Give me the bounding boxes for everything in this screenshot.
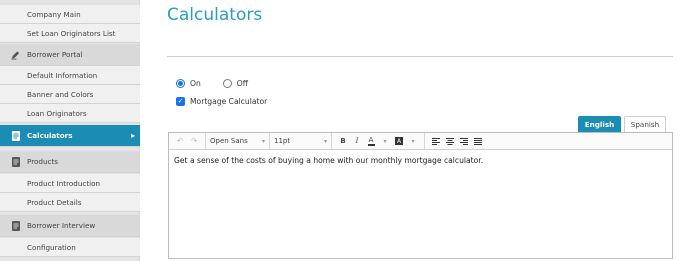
chevron-right-icon: ▸ bbox=[130, 131, 135, 140]
text-color-icon[interactable]: A bbox=[366, 135, 377, 148]
calculator-toggle: On Off bbox=[176, 79, 270, 88]
sidebar-item-product-details[interactable]: Product Details bbox=[0, 193, 140, 212]
sidebar-item-label: Set Loan Originators List bbox=[27, 28, 116, 38]
rich-text-editor: ↶ ↷ Open Sans ▾ 11pt ▾ B I A ▾ A ▾ Get a… bbox=[168, 132, 673, 259]
redo-icon[interactable]: ↷ bbox=[189, 135, 200, 148]
mortgage-calculator-option: ✓ Mortgage Calculator bbox=[176, 97, 267, 106]
sidebar-item-company-main[interactable]: Company Main bbox=[0, 5, 140, 24]
sidebar-item-label: Company Main bbox=[27, 9, 81, 19]
sidebar-item-set-loan-originators-list[interactable]: Set Loan Originators List bbox=[0, 24, 140, 43]
document-icon bbox=[11, 156, 20, 167]
align-justify-icon[interactable] bbox=[473, 135, 484, 148]
chevron-down-icon[interactable]: ▾ bbox=[408, 135, 419, 148]
tab-english[interactable]: English bbox=[578, 116, 621, 132]
sidebar-item-label: Default Information bbox=[27, 70, 98, 80]
chevron-down-icon: ▾ bbox=[261, 137, 265, 145]
sidebar-section-label: Products bbox=[27, 157, 59, 166]
radio-off[interactable] bbox=[222, 79, 232, 88]
editor-content[interactable]: Get a sense of the costs of buying a hom… bbox=[169, 150, 672, 171]
font-size-select[interactable]: 11pt ▾ bbox=[270, 132, 332, 150]
radio-off-label: Off bbox=[236, 79, 249, 88]
chevron-down-icon: ▾ bbox=[323, 137, 327, 145]
sidebar-item-label: Product Details bbox=[27, 197, 82, 207]
font-size-value: 11pt bbox=[274, 137, 291, 145]
sidebar-item-label: Banner and Colors bbox=[27, 89, 94, 99]
sidebar-section-label: Borrower Portal bbox=[27, 50, 83, 59]
highlight-color-icon[interactable]: A bbox=[394, 135, 405, 148]
radio-on-label: On bbox=[190, 79, 201, 88]
mortgage-calculator-checkbox[interactable]: ✓ bbox=[176, 97, 185, 106]
editor-toolbar: ↶ ↷ Open Sans ▾ 11pt ▾ B I A ▾ A ▾ bbox=[169, 132, 672, 150]
sidebar-section-label: Borrower Interview bbox=[27, 221, 96, 230]
sidebar-item-product-introduction[interactable]: Product Introduction bbox=[0, 174, 140, 193]
divider bbox=[167, 56, 673, 57]
document-icon bbox=[11, 220, 20, 231]
undo-icon[interactable]: ↶ bbox=[175, 135, 186, 148]
chevron-down-icon[interactable]: ▾ bbox=[380, 135, 391, 148]
sidebar-item-default-information[interactable]: Default Information bbox=[0, 66, 140, 85]
sidebar-section-borrower-portal[interactable]: Borrower Portal bbox=[0, 44, 140, 66]
align-group bbox=[425, 133, 489, 150]
sidebar: Company Main Set Loan Originators List B… bbox=[0, 0, 140, 261]
radio-on[interactable] bbox=[176, 79, 185, 88]
italic-icon[interactable]: I bbox=[352, 135, 363, 148]
mortgage-calculator-label: Mortgage Calculator bbox=[190, 97, 268, 106]
format-group: B I A ▾ A ▾ bbox=[332, 132, 425, 150]
sidebar-section-calculators[interactable]: Calculators ▸ bbox=[0, 125, 140, 147]
sidebar-item-label: Loan Originators bbox=[27, 108, 87, 118]
tab-spanish[interactable]: Spanish bbox=[624, 116, 666, 132]
sidebar-item-banner-and-colors[interactable]: Banner and Colors bbox=[0, 85, 140, 104]
sidebar-item-configuration[interactable]: Configuration bbox=[0, 238, 140, 257]
sidebar-section-products[interactable]: Products bbox=[0, 151, 140, 173]
sidebar-item-label: Product Introduction bbox=[27, 178, 101, 188]
font-family-value: Open Sans bbox=[210, 137, 248, 145]
page-title: Calculators bbox=[167, 5, 263, 25]
font-family-select[interactable]: Open Sans ▾ bbox=[206, 132, 270, 150]
align-center-icon[interactable] bbox=[445, 135, 456, 148]
sidebar-item-label: Configuration bbox=[27, 242, 76, 252]
pen-icon bbox=[11, 50, 20, 60]
document-icon bbox=[11, 130, 20, 141]
align-right-icon[interactable] bbox=[459, 135, 470, 148]
sidebar-section-label: Calculators bbox=[27, 131, 73, 140]
sidebar-section-borrower-interview[interactable]: Borrower Interview bbox=[0, 215, 140, 237]
align-left-icon[interactable] bbox=[431, 135, 442, 148]
bold-icon[interactable]: B bbox=[338, 135, 349, 148]
history-group: ↶ ↷ bbox=[169, 132, 206, 150]
sidebar-item-loan-originators[interactable]: Loan Originators bbox=[0, 104, 140, 123]
